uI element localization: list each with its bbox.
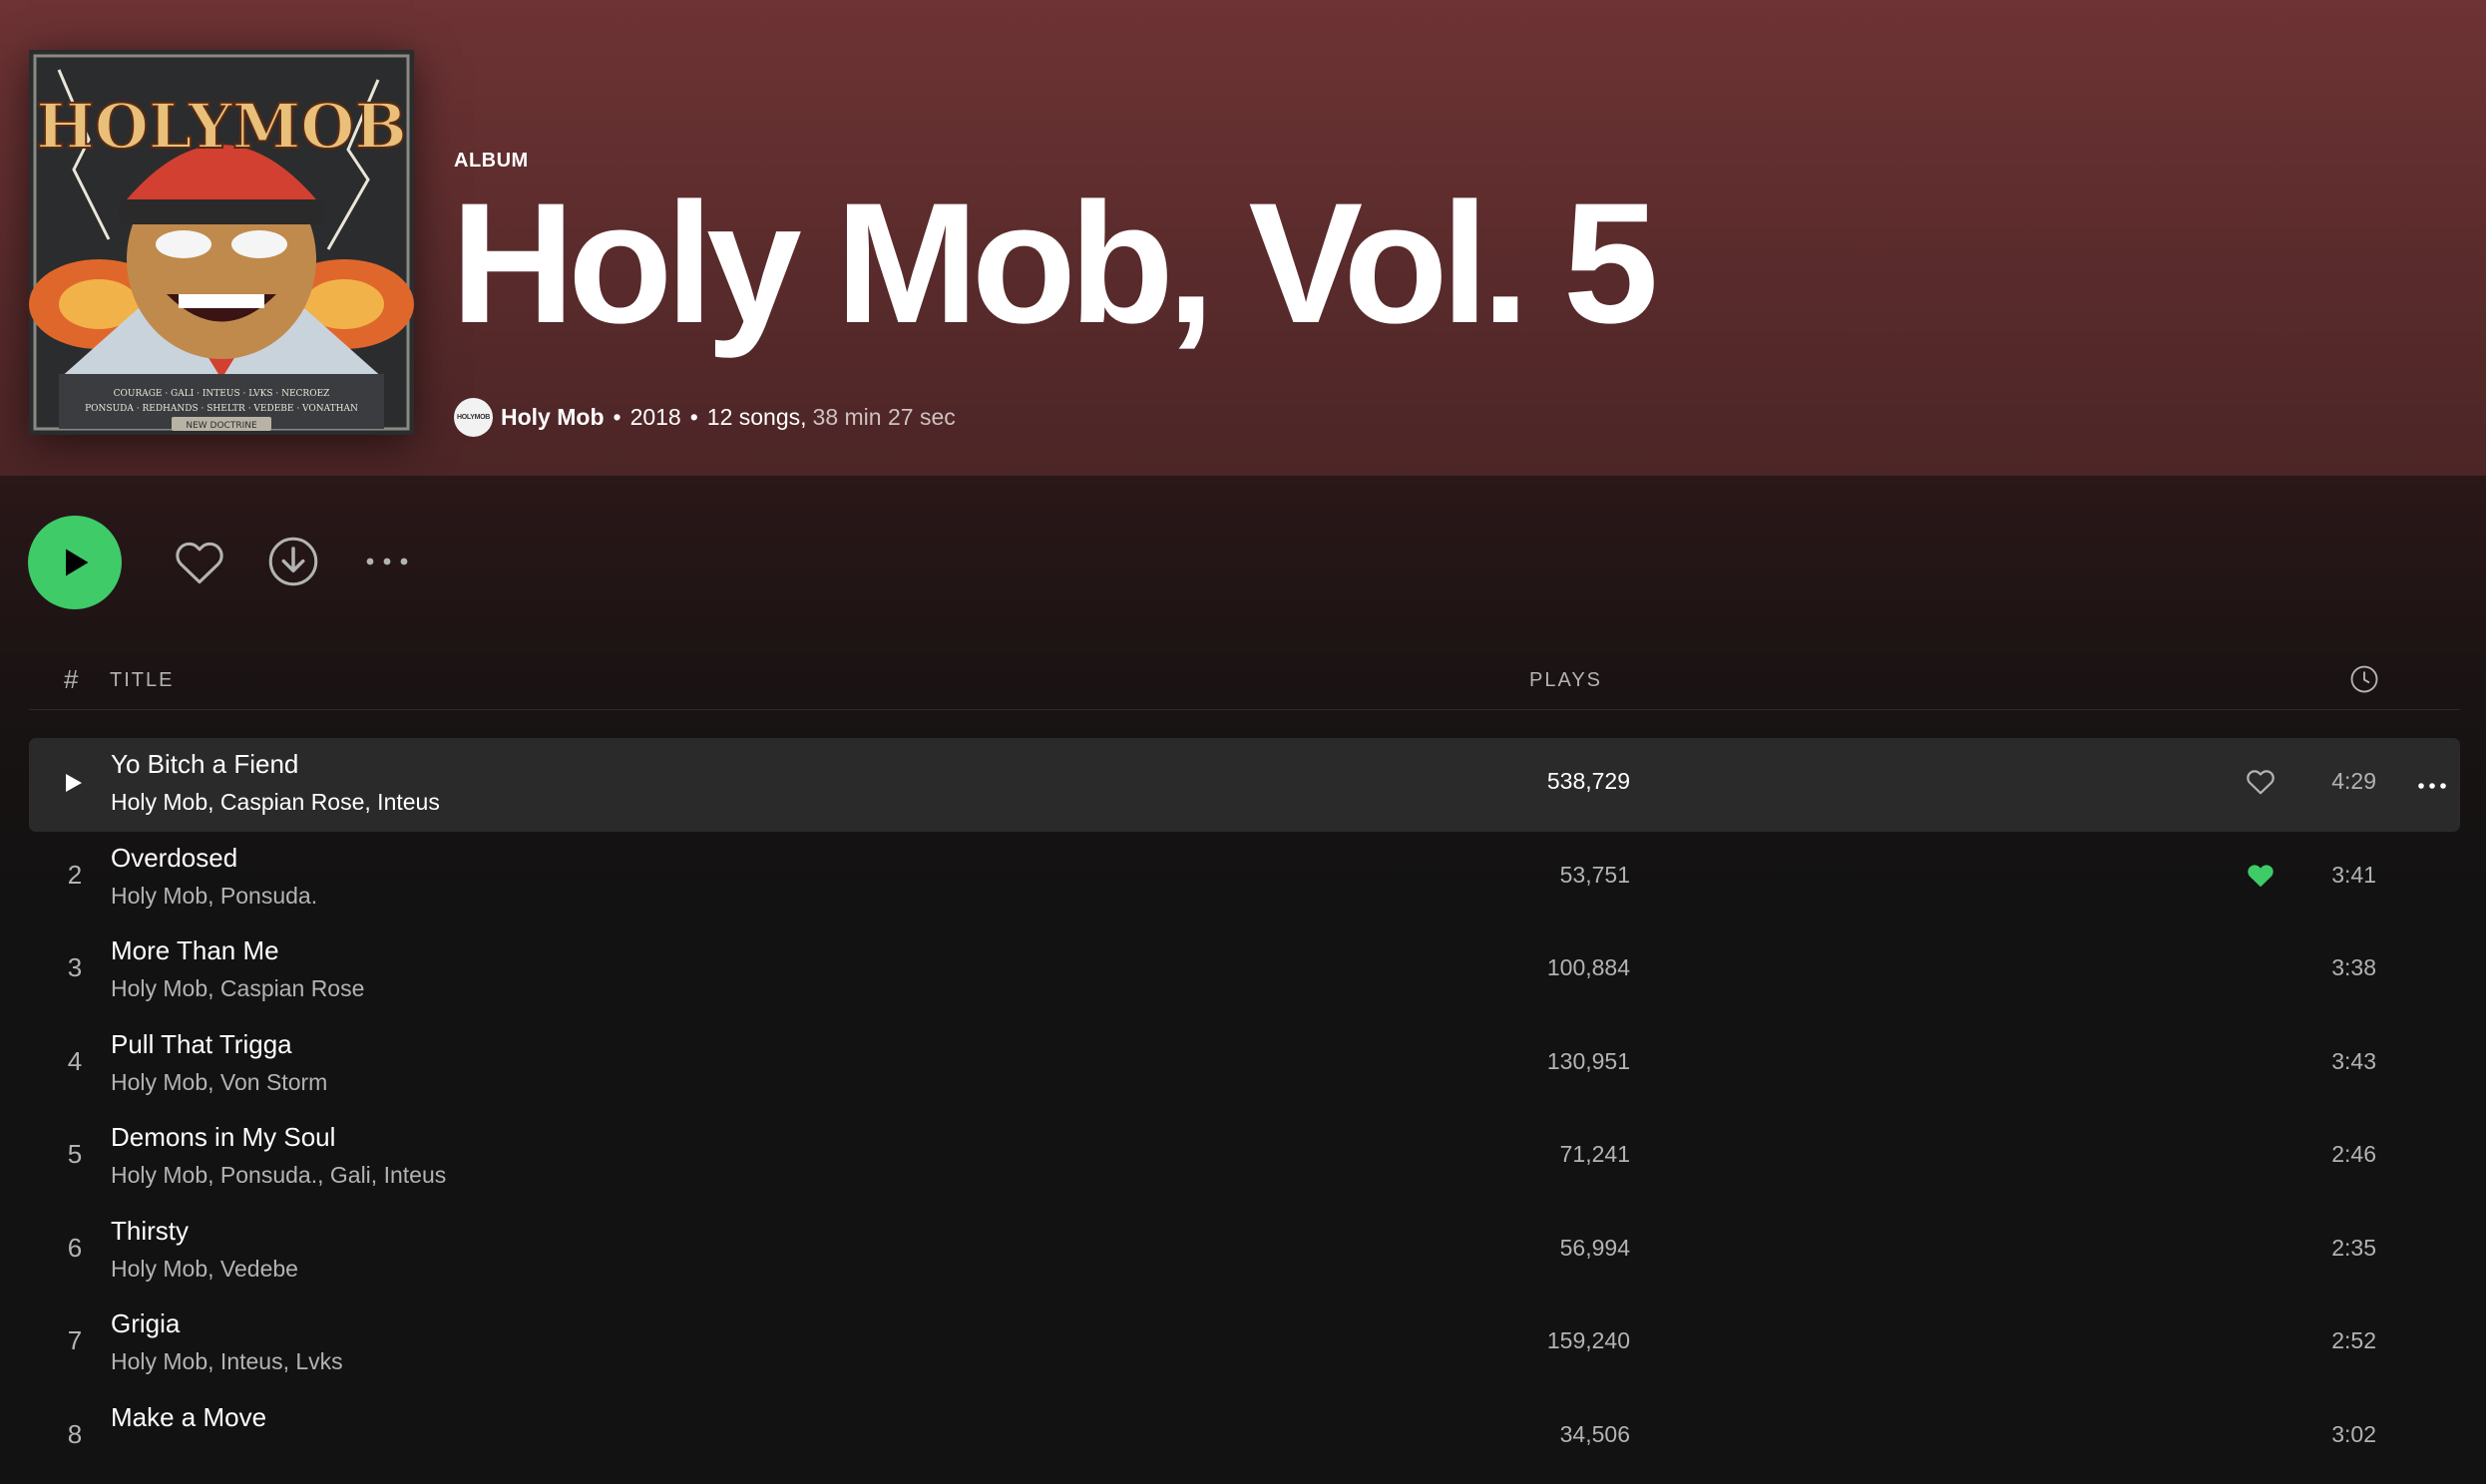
track-title[interactable]: Overdosed <box>111 843 237 874</box>
track-duration: 2:35 <box>2331 1235 2376 1262</box>
track-artists[interactable]: Holy Mob, Von Storm <box>111 1069 327 1096</box>
track-title[interactable]: Grigia <box>111 1308 180 1339</box>
track-plays: 159,240 <box>1547 1327 1630 1354</box>
track-row[interactable]: 4 Pull That Trigga Holy Mob, Von Storm 130,… <box>29 1018 2460 1112</box>
heart-filled-icon <box>2246 862 2276 890</box>
column-duration[interactable] <box>2349 664 2379 700</box>
track-plays: 100,884 <box>1547 954 1630 981</box>
column-plays[interactable]: PLAYS <box>1529 669 1602 692</box>
play-icon <box>63 771 85 795</box>
album-duration: 38 min 27 sec <box>813 404 956 431</box>
track-artists[interactable]: Holy Mob, Caspian Rose <box>111 975 364 1002</box>
track-duration: 3:43 <box>2331 1048 2376 1075</box>
play-icon <box>57 545 93 580</box>
track-number: 7 <box>61 1325 89 1356</box>
track-plays: 56,994 <box>1560 1235 1630 1262</box>
track-row[interactable]: 7 Grigia Holy Mob, Inteus, Lvks 159,240 2:52 <box>29 1298 2460 1391</box>
clock-icon <box>2349 664 2379 694</box>
track-duration: 2:52 <box>2331 1327 2376 1354</box>
play-button[interactable] <box>28 516 122 609</box>
more-horizontal-icon <box>364 556 410 566</box>
track-row[interactable]: 2 Overdosed Holy Mob, Ponsuda. 53,751 3:41 <box>29 832 2460 926</box>
artist-link[interactable]: Holy Mob <box>501 404 605 431</box>
more-options-button[interactable] <box>363 550 411 573</box>
song-count: 12 songs, <box>707 404 807 431</box>
track-title[interactable]: More Than Me <box>111 935 279 966</box>
tracklist-header: # TITLE PLAYS <box>29 652 2460 710</box>
track-duration: 4:29 <box>2331 768 2376 795</box>
track-artists[interactable]: Holy Mob, Ponsuda. <box>111 883 317 910</box>
album-title: Holy Mob, Vol. 5 <box>451 178 1652 349</box>
track-row[interactable]: Yo Bitch a Fiend Holy Mob, Caspian Rose, … <box>29 738 2460 832</box>
track-number: 4 <box>61 1046 89 1077</box>
track-row[interactable]: 5 Demons in My Soul Holy Mob, Ponsuda., Ga… <box>29 1111 2460 1205</box>
column-number: # <box>64 664 78 695</box>
track-plays: 71,241 <box>1560 1141 1630 1168</box>
track-number: 8 <box>61 1419 89 1450</box>
album-year: 2018 <box>630 404 681 431</box>
heart-outline-icon <box>2246 768 2276 796</box>
track-artists[interactable]: Holy Mob, Caspian Rose, Inteus <box>111 789 440 816</box>
track-plays: 130,951 <box>1547 1048 1630 1075</box>
track-title[interactable]: Demons in My Soul <box>111 1122 335 1153</box>
track-title[interactable]: Yo Bitch a Fiend <box>111 749 298 780</box>
track-number: 2 <box>61 860 89 891</box>
track-play-button[interactable] <box>63 771 85 800</box>
svg-text:VOLUME 5: VOLUME 5 <box>165 166 279 189</box>
download-icon <box>267 536 319 587</box>
track-duration: 3:41 <box>2331 862 2376 889</box>
track-duration: 3:38 <box>2331 954 2376 981</box>
like-button[interactable] <box>172 537 227 588</box>
track-number: 5 <box>61 1139 89 1170</box>
svg-text:HOLYMOB: HOLYMOB <box>36 90 407 163</box>
svg-text:PONSUDA · REDHANDS · SHELTR ·: PONSUDA · REDHANDS · SHELTR · VEDEBE · V… <box>85 404 358 414</box>
track-plays: 34,506 <box>1560 1421 1630 1448</box>
tracklist: Yo Bitch a Fiend Holy Mob, Caspian Rose, … <box>29 738 2460 1484</box>
artist-avatar[interactable]: HOLYMOB <box>454 398 493 437</box>
track-title[interactable]: Make a Move <box>111 1402 266 1433</box>
more-horizontal-icon <box>2417 782 2447 790</box>
heart-outline-icon <box>173 539 226 586</box>
track-artists[interactable]: Holy Mob, Vedebe <box>111 1256 298 1283</box>
track-artists[interactable]: Holy Mob, Ponsuda., Gali, Inteus <box>111 1162 446 1189</box>
column-title[interactable]: TITLE <box>110 669 174 692</box>
track-number: 6 <box>61 1233 89 1264</box>
download-button[interactable] <box>267 536 319 587</box>
track-more-button[interactable] <box>2417 777 2447 795</box>
svg-text:COURAGE · GALI · INTEUS · LVKS: COURAGE · GALI · INTEUS · LVKS · NECROEZ <box>114 389 330 399</box>
track-row[interactable]: 6 Thirsty Holy Mob, Vedebe 56,994 2:35 <box>29 1205 2460 1298</box>
meta-separator: • <box>690 404 698 431</box>
album-header: HOLYMOB VOLUME 5 COURAGE · GALI · INTEUS… <box>0 0 2486 476</box>
track-plays: 538,729 <box>1547 768 1630 795</box>
album-cover-art: HOLYMOB VOLUME 5 COURAGE · GALI · INTEUS… <box>29 50 414 435</box>
track-duration: 3:02 <box>2331 1421 2376 1448</box>
track-title[interactable]: Thirsty <box>111 1216 189 1247</box>
track-row[interactable]: 8 Make a Move 34,506 3:02 <box>29 1391 2460 1484</box>
track-row[interactable]: 3 More Than Me Holy Mob, Caspian Rose 100,8… <box>29 925 2460 1018</box>
track-artists[interactable]: Holy Mob, Inteus, Lvks <box>111 1348 343 1375</box>
track-plays: 53,751 <box>1560 862 1630 889</box>
track-like-button[interactable] <box>2246 768 2276 801</box>
track-number: 3 <box>61 952 89 983</box>
album-cover: HOLYMOB VOLUME 5 COURAGE · GALI · INTEUS… <box>29 50 414 435</box>
meta-separator: • <box>614 404 622 431</box>
track-like-button[interactable] <box>2246 862 2276 895</box>
album-meta: HOLYMOB Holy Mob • 2018 • 12 songs, 38 m… <box>454 397 956 437</box>
svg-text:NEW DOCTRINE: NEW DOCTRINE <box>186 421 257 431</box>
track-title[interactable]: Pull That Trigga <box>111 1029 292 1060</box>
track-duration: 2:46 <box>2331 1141 2376 1168</box>
action-bar <box>0 476 2486 645</box>
